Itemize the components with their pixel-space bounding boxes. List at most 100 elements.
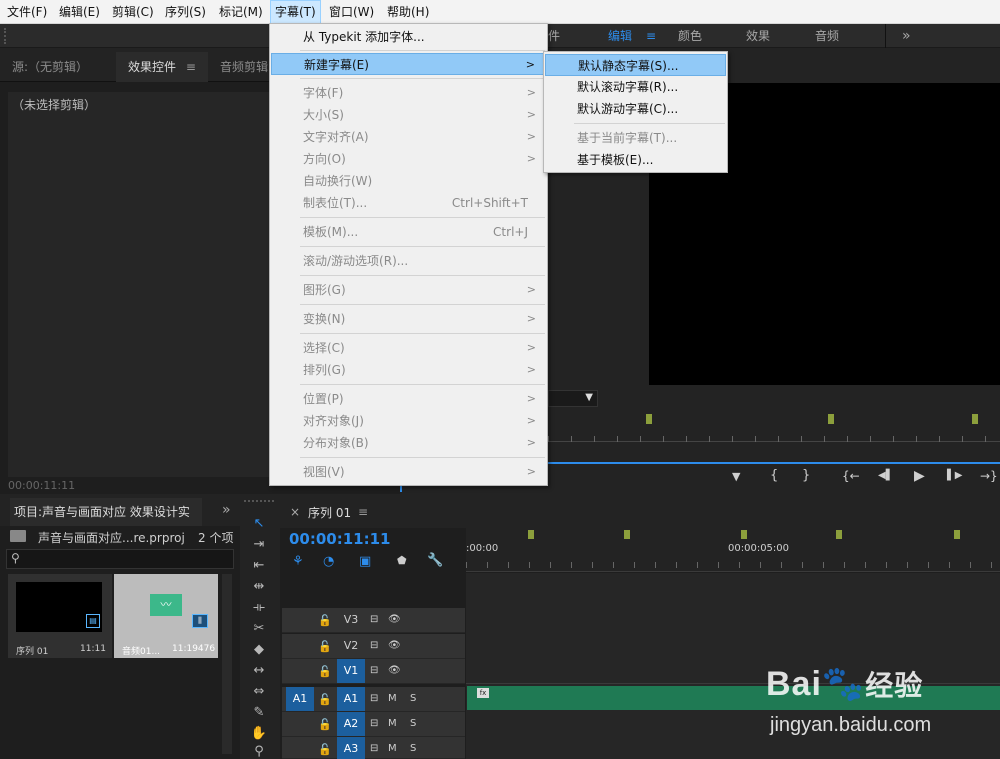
- track-name[interactable]: V3: [337, 608, 365, 632]
- tab-menu-icon[interactable]: ≡: [186, 60, 196, 74]
- menu-item-default-crawl[interactable]: 默认游动字幕(C)...: [545, 98, 726, 120]
- lock-icon[interactable]: 🔓: [318, 640, 332, 653]
- menu-sequence[interactable]: 序列(S): [161, 0, 210, 24]
- lock-icon[interactable]: 🔓: [318, 718, 332, 731]
- ripple-edit-tool-icon[interactable]: ⇤: [246, 556, 272, 576]
- lock-icon[interactable]: 🔓: [318, 743, 332, 756]
- workspace-edit[interactable]: 编辑: [608, 24, 632, 48]
- track-name[interactable]: A3: [337, 737, 365, 759]
- go-to-out-icon[interactable]: →}: [980, 469, 998, 483]
- menu-item-font[interactable]: 字体(F) >: [271, 82, 546, 104]
- sync-lock-icon[interactable]: ⊟: [370, 608, 378, 632]
- menu-file[interactable]: 文件(F): [3, 0, 51, 24]
- menu-item-roll-crawl[interactable]: 滚动/游动选项(R)...: [271, 250, 546, 272]
- rate-stretch-tool-icon[interactable]: ⟛: [246, 598, 272, 618]
- slip-tool-icon[interactable]: ◆: [246, 640, 272, 660]
- zoom-dropdown[interactable]: ▼: [548, 390, 598, 407]
- razor-tool-icon[interactable]: ✂: [246, 619, 272, 639]
- go-to-in-icon[interactable]: {←: [842, 469, 860, 483]
- mark-in-icon[interactable]: {: [770, 468, 778, 483]
- track-name[interactable]: V1: [337, 659, 365, 683]
- add-marker-icon[interactable]: ▼: [732, 470, 740, 483]
- menu-item-new-title[interactable]: 新建字幕(E) >: [271, 53, 546, 75]
- sync-lock-icon[interactable]: ⊟: [370, 634, 378, 658]
- track-name[interactable]: A1: [337, 687, 365, 711]
- track-name[interactable]: V2: [337, 634, 365, 658]
- marker-icon[interactable]: ⬟: [397, 554, 407, 567]
- project-item-sequence[interactable]: ▤ 序列 01 11:11: [8, 574, 112, 658]
- menu-item-arrange[interactable]: 排列(G) >: [271, 359, 546, 381]
- menu-item-word-wrap[interactable]: 自动换行(W): [271, 170, 546, 192]
- menu-marker[interactable]: 标记(M): [215, 0, 267, 24]
- eye-icon[interactable]: 👁: [388, 659, 401, 683]
- sync-lock-icon[interactable]: ⊟: [370, 737, 378, 759]
- menu-item-transform[interactable]: 变换(N) >: [271, 308, 546, 330]
- tab-source[interactable]: 源:（无剪辑）: [12, 52, 88, 82]
- step-back-icon[interactable]: ◀▌: [878, 470, 893, 481]
- menu-item-align-objects[interactable]: 对齐对象(J) >: [271, 410, 546, 432]
- tab-effect-controls[interactable]: 效果控件 ≡: [116, 52, 208, 82]
- menu-item-orientation[interactable]: 方向(O) >: [271, 148, 546, 170]
- play-icon[interactable]: ▶: [914, 468, 925, 484]
- step-forward-icon[interactable]: ▌▶: [947, 470, 962, 481]
- selection-tool-icon[interactable]: ↖: [246, 514, 272, 534]
- workspace-effects[interactable]: 效果: [746, 24, 770, 48]
- workspace-color[interactable]: 颜色: [678, 24, 702, 48]
- lock-icon[interactable]: 🔓: [318, 614, 332, 627]
- sync-lock-icon[interactable]: ⊟: [370, 659, 378, 683]
- timeline-timecode[interactable]: 00:00:11:11: [289, 530, 391, 548]
- wrench-icon[interactable]: 🔧: [427, 553, 443, 568]
- menu-title[interactable]: 字幕(T): [270, 0, 321, 24]
- add-marker-icon[interactable]: ▣: [359, 554, 371, 569]
- eye-icon[interactable]: 👁: [388, 634, 401, 658]
- program-ruler[interactable]: [548, 412, 1000, 442]
- workspace-audio[interactable]: 音频: [815, 24, 839, 48]
- menu-item-based-on-template[interactable]: 基于模板(E)...: [545, 149, 726, 171]
- hand-tool-icon[interactable]: ✋: [246, 724, 272, 744]
- track-select-tool-icon[interactable]: ⇥: [246, 535, 272, 555]
- workspace-menu-icon[interactable]: ≡: [646, 24, 656, 48]
- pen-tool-icon[interactable]: ✎: [246, 703, 272, 723]
- sync-lock-icon[interactable]: ⊟: [370, 712, 378, 736]
- linked-selection-icon[interactable]: ◔: [323, 554, 334, 569]
- menu-item-size[interactable]: 大小(S) >: [271, 104, 546, 126]
- project-search-input[interactable]: ⚲: [6, 549, 234, 569]
- tab-sequence[interactable]: 序列 01: [308, 498, 351, 528]
- menu-item-position[interactable]: 位置(P) >: [271, 388, 546, 410]
- menu-help[interactable]: 帮助(H): [383, 0, 433, 24]
- menu-item-templates[interactable]: 模板(M)... Ctrl+J: [271, 221, 546, 243]
- project-scrollbar[interactable]: [222, 574, 232, 754]
- solo-button[interactable]: S: [410, 712, 416, 736]
- more-panels-icon[interactable]: »: [222, 502, 231, 518]
- menu-item-typekit[interactable]: 从 Typekit 添加字体...: [271, 26, 546, 48]
- menu-clip[interactable]: 剪辑(C): [108, 0, 158, 24]
- source-patch-a1[interactable]: A1: [286, 687, 314, 711]
- mute-button[interactable]: M: [388, 712, 397, 736]
- menu-item-tab-stops[interactable]: 制表位(T)... Ctrl+Shift+T: [271, 192, 546, 214]
- project-item-audio[interactable]: 〰 ⫼ 音频01... 11:19476: [114, 574, 218, 658]
- project-tab[interactable]: 项目:声音与画面对应 效果设计实: [10, 498, 202, 526]
- menu-item-select[interactable]: 选择(C) >: [271, 337, 546, 359]
- menu-item-default-roll[interactable]: 默认滚动字幕(R)...: [545, 76, 726, 98]
- menu-window[interactable]: 窗口(W): [325, 0, 378, 24]
- mute-button[interactable]: M: [388, 737, 397, 759]
- rolling-edit-tool-icon[interactable]: ⇹: [246, 577, 272, 597]
- sync-lock-icon[interactable]: ⊟: [370, 687, 378, 711]
- lock-icon[interactable]: 🔓: [318, 665, 332, 678]
- menu-edit[interactable]: 编辑(E): [55, 0, 104, 24]
- solo-button[interactable]: S: [410, 687, 416, 711]
- workspace-more-icon[interactable]: »: [902, 24, 911, 48]
- menu-item-graphic[interactable]: 图形(G) >: [271, 279, 546, 301]
- mark-out-icon[interactable]: }: [802, 468, 810, 483]
- snap-icon[interactable]: ⚘: [292, 554, 304, 569]
- workspace-partial[interactable]: 件: [548, 24, 560, 48]
- slide-tool-icon[interactable]: ↔: [246, 661, 272, 681]
- solo-button[interactable]: S: [410, 737, 416, 759]
- mute-button[interactable]: M: [388, 687, 397, 711]
- tab-audio-mixer[interactable]: 音频剪辑: [220, 52, 268, 82]
- slide-alt-tool-icon[interactable]: ⇔: [246, 682, 272, 702]
- menu-item-distribute[interactable]: 分布对象(B) >: [271, 432, 546, 454]
- tab-menu-icon[interactable]: ≡: [358, 505, 368, 519]
- eye-icon[interactable]: 👁: [388, 608, 401, 632]
- menu-item-align[interactable]: 文字对齐(A) >: [271, 126, 546, 148]
